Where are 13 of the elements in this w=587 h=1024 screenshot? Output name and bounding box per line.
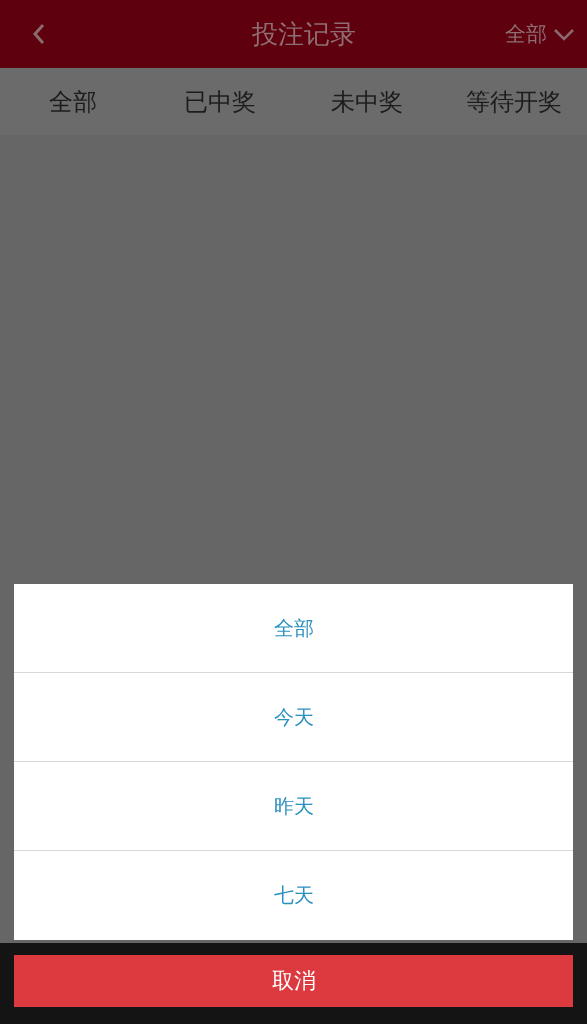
sheet-option[interactable]: 全部	[14, 584, 573, 673]
tab[interactable]: 等待开奖	[440, 68, 587, 135]
sheet-option[interactable]: 七天	[14, 851, 573, 940]
chevron-down-icon	[553, 27, 575, 41]
tab[interactable]: 全部	[0, 68, 147, 135]
sheet-option[interactable]: 昨天	[14, 762, 573, 851]
sheet-option[interactable]: 今天	[14, 673, 573, 762]
back-icon[interactable]	[32, 23, 46, 45]
cancel-button[interactable]: 取消	[14, 955, 573, 1007]
tab[interactable]: 未中奖	[293, 68, 441, 135]
tab[interactable]: 已中奖	[146, 68, 294, 135]
page-title: 投注记录	[251, 17, 356, 51]
filter-dropdown[interactable]: 全部	[505, 20, 575, 48]
